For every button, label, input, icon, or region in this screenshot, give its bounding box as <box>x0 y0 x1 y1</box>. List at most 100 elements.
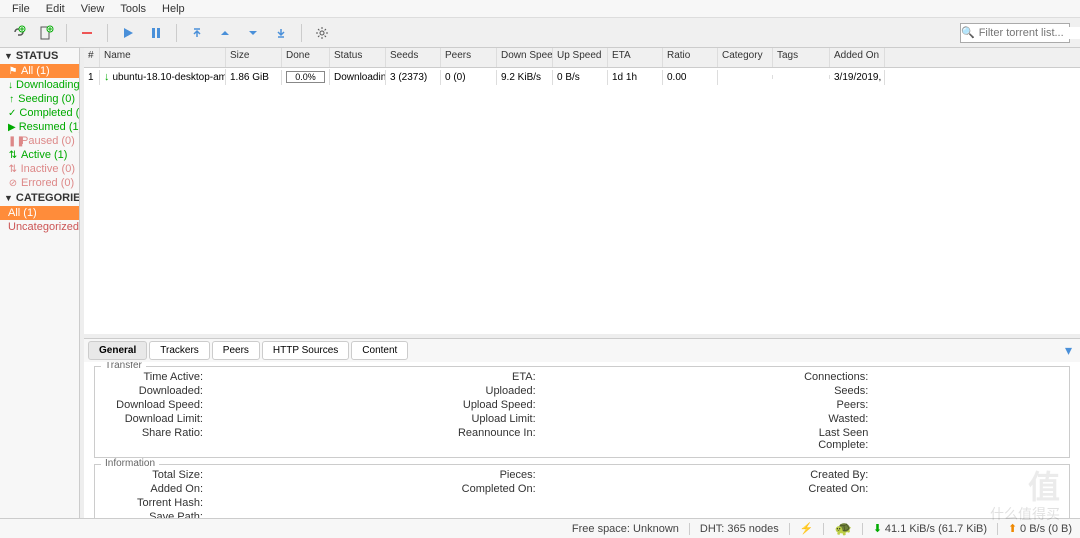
lbl-dl-speed: Download Speed: <box>103 399 203 411</box>
category-label: Uncategorized (1) <box>8 221 80 233</box>
status-label: Paused (0) <box>21 135 75 147</box>
sidebar-status-5[interactable]: ❚❚Paused (0) <box>0 134 79 148</box>
menu-edit[interactable]: Edit <box>38 3 73 15</box>
lbl-created-on: Created On: <box>768 483 868 495</box>
statusbar: Free space: Unknown DHT: 365 nodes ⚡ 🐢 ⬇… <box>0 518 1080 538</box>
sidebar-status-0[interactable]: ⚑All (1) <box>0 64 79 78</box>
move-bottom-icon[interactable] <box>269 21 293 45</box>
download-speed-icon: ⬇ <box>873 522 882 535</box>
sidebar-status-3[interactable]: ✓Completed (0) <box>0 106 79 120</box>
status-header[interactable]: ▼STATUS <box>0 48 79 64</box>
categories-header[interactable]: ▼CATEGORIES <box>0 190 79 206</box>
lbl-time-active: Time Active: <box>103 371 203 383</box>
col-num: # <box>84 48 100 67</box>
lbl-added-on: Added On: <box>103 483 203 495</box>
col-tags: Tags <box>773 48 830 67</box>
lbl-peers: Peers: <box>768 399 868 411</box>
torrent-grid-body[interactable]: 1↓ubuntu-18.10-desktop-amd64.iso1.86 GiB… <box>84 68 1080 334</box>
move-top-icon[interactable] <box>185 21 209 45</box>
search-input[interactable] <box>975 27 1080 39</box>
status-label: Inactive (0) <box>21 163 75 175</box>
lbl-dl-limit: Download Limit: <box>103 413 203 425</box>
lbl-created-by: Created By: <box>768 469 868 481</box>
col-size: Size <box>226 48 282 67</box>
status-down-speed[interactable]: 41.1 KiB/s (61.7 KiB) <box>885 523 987 535</box>
progress-bar: 0.0% <box>286 71 325 83</box>
status-free-space: Free space: Unknown <box>572 523 679 535</box>
menu-file[interactable]: File <box>4 3 38 15</box>
tab-http-sources[interactable]: HTTP Sources <box>262 341 349 360</box>
upload-speed-icon: ⬆ <box>1008 522 1017 535</box>
sidebar-category-1[interactable]: Uncategorized (1) <box>0 220 79 234</box>
add-file-icon[interactable] <box>34 21 58 45</box>
tab-peers[interactable]: Peers <box>212 341 260 360</box>
sidebar: ▼STATUS ⚑All (1)↓Downloading (1)↑Seeding… <box>0 48 80 518</box>
toolbar: 🔍 <box>0 18 1080 48</box>
status-label: Resumed (1) <box>19 121 80 133</box>
delete-icon[interactable] <box>75 21 99 45</box>
lbl-share-ratio: Share Ratio: <box>103 427 203 451</box>
lbl-total-size: Total Size: <box>103 469 203 481</box>
tab-trackers[interactable]: Trackers <box>149 341 210 360</box>
search-box[interactable]: 🔍 <box>960 23 1070 43</box>
status-label: Errored (0) <box>21 177 74 189</box>
sidebar-status-8[interactable]: ⊘Errored (0) <box>0 176 79 190</box>
status-dht: DHT: 365 nodes <box>700 523 779 535</box>
tab-general[interactable]: General <box>88 341 147 360</box>
details-panel: General Trackers Peers HTTP Sources Cont… <box>84 338 1080 518</box>
move-up-icon[interactable] <box>213 21 237 45</box>
lbl-wasted: Wasted: <box>768 413 868 425</box>
connection-status-icon[interactable]: ⚡ <box>800 522 814 535</box>
col-down: Down Speed <box>497 48 553 67</box>
sidebar-status-6[interactable]: ⇅Active (1) <box>0 148 79 162</box>
settings-icon[interactable] <box>310 21 334 45</box>
menu-view[interactable]: View <box>73 3 113 15</box>
col-added: Added On <box>830 48 885 67</box>
search-icon: 🔍 <box>961 26 975 39</box>
menu-tools[interactable]: Tools <box>112 3 154 15</box>
lbl-ul-speed: Upload Speed: <box>436 399 536 411</box>
information-fieldset: Information Total Size: Pieces: Created … <box>94 464 1070 518</box>
category-label: All (1) <box>8 207 37 219</box>
lbl-completed-on: Completed On: <box>436 483 536 495</box>
lbl-seeds: Seeds: <box>768 385 868 397</box>
col-peers: Peers <box>441 48 497 67</box>
lbl-torrent-hash: Torrent Hash: <box>103 497 203 509</box>
sidebar-status-7[interactable]: ⇅Inactive (0) <box>0 162 79 176</box>
sidebar-category-0[interactable]: All (1) <box>0 206 79 220</box>
lbl-connections: Connections: <box>768 371 868 383</box>
status-icon: ⊘ <box>8 178 18 189</box>
col-eta: ETA <box>608 48 663 67</box>
status-up-speed[interactable]: 0 B/s (0 B) <box>1020 523 1072 535</box>
status-label: Completed (0) <box>19 107 80 119</box>
lbl-pieces: Pieces: <box>436 469 536 481</box>
sidebar-status-1[interactable]: ↓Downloading (1) <box>0 78 79 92</box>
sidebar-status-2[interactable]: ↑Seeding (0) <box>0 92 79 106</box>
col-category: Category <box>718 48 773 67</box>
menu-help[interactable]: Help <box>154 3 193 15</box>
pause-icon[interactable] <box>144 21 168 45</box>
tab-content[interactable]: Content <box>351 341 408 360</box>
move-down-icon[interactable] <box>241 21 265 45</box>
add-link-icon[interactable] <box>6 21 30 45</box>
status-icon: ↓ <box>8 80 13 91</box>
lbl-eta: ETA: <box>436 371 536 383</box>
status-icon: ⚑ <box>8 66 18 77</box>
col-status: Status <box>330 48 386 67</box>
lbl-reannounce: Reannounce In: <box>436 427 536 451</box>
resume-icon[interactable] <box>116 21 140 45</box>
collapse-details-icon[interactable]: ▾ <box>1065 342 1072 359</box>
status-icon: ⇅ <box>8 164 18 175</box>
col-name: Name <box>100 48 226 67</box>
status-icon: ✓ <box>8 108 16 119</box>
status-label: Downloading (1) <box>16 79 80 91</box>
menubar: File Edit View Tools Help <box>0 0 1080 18</box>
detail-tabs: General Trackers Peers HTTP Sources Cont… <box>84 339 1080 362</box>
torrent-row[interactable]: 1↓ubuntu-18.10-desktop-amd64.iso1.86 GiB… <box>84 68 1080 86</box>
status-icon: ❚❚ <box>8 136 18 147</box>
alt-speed-icon[interactable]: 🐢 <box>834 520 851 537</box>
sidebar-status-4[interactable]: ▶Resumed (1) <box>0 120 79 134</box>
col-done: Done <box>282 48 330 67</box>
torrent-grid-header[interactable]: # Name Size Done Status Seeds Peers Down… <box>84 48 1080 68</box>
lbl-save-path: Save Path: <box>103 511 203 518</box>
